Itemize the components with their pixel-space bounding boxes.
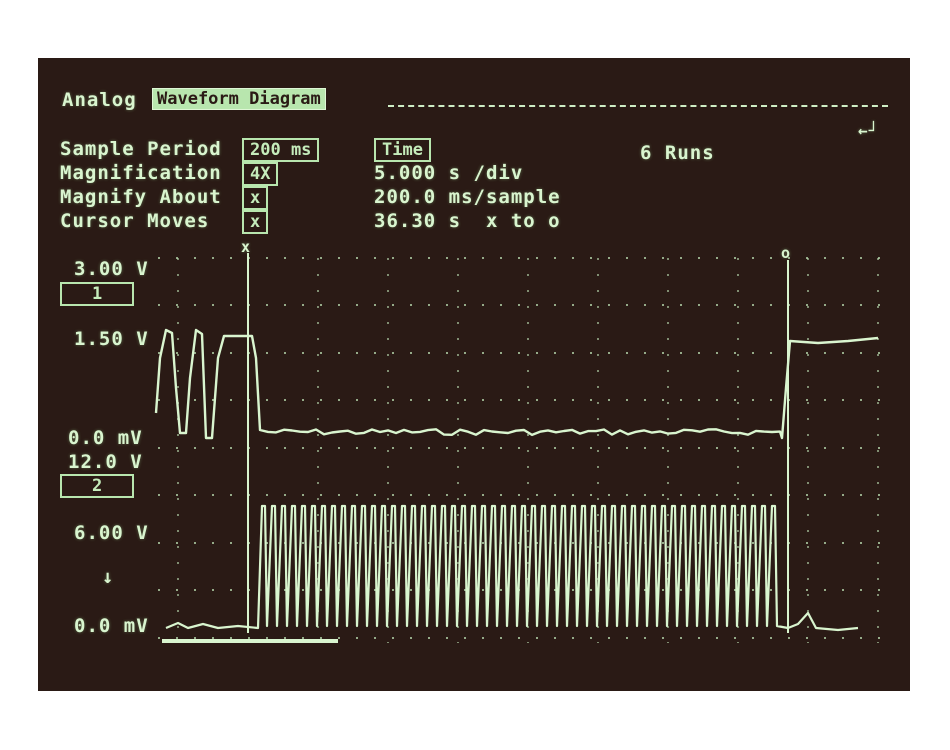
time-per-div-readout: 5.000 s /div bbox=[374, 162, 524, 184]
time-field[interactable]: Time bbox=[374, 138, 431, 162]
oscilloscope-screen: Analog Waveform Diagram ←┘ Sample Period… bbox=[38, 58, 910, 691]
header-divider bbox=[388, 105, 888, 107]
magnification-field[interactable]: 4X bbox=[242, 162, 279, 186]
channel-2-trace bbox=[165, 504, 859, 632]
sample-period-field[interactable]: 200 ms bbox=[242, 138, 320, 162]
magnify-about-label: Magnify About bbox=[60, 186, 222, 208]
sample-period-label: Sample Period bbox=[60, 138, 222, 160]
mode-label: Analog bbox=[62, 89, 137, 111]
ch1-top-label: 3.00 V bbox=[74, 258, 149, 280]
ch2-top-label: 12.0 V bbox=[68, 451, 143, 473]
ch1-id-field[interactable]: 1 bbox=[60, 282, 135, 306]
ch2-id-field[interactable]: 2 bbox=[60, 474, 135, 498]
cursor-x-marker[interactable]: x bbox=[241, 236, 251, 258]
cursor-moves-label: Cursor Moves bbox=[60, 210, 210, 232]
runs-readout: 6 Runs bbox=[640, 142, 715, 164]
ch2-scroll-arrow: ↓ bbox=[102, 566, 115, 588]
channel-1-trace bbox=[154, 328, 879, 440]
cursor-o-marker[interactable]: o bbox=[781, 242, 791, 264]
ch1-mid-label: 1.50 V bbox=[74, 328, 149, 350]
ch2-mid-label: 6.00 V bbox=[74, 522, 149, 544]
ch1-bottom-label: 0.0 mV bbox=[68, 427, 143, 449]
sample-rate-readout: 200.0 ms/sample bbox=[374, 186, 561, 208]
ch2-bottom-label: 0.0 mV bbox=[74, 615, 149, 637]
cursor-moves-field[interactable]: x bbox=[242, 210, 269, 234]
magnification-label: Magnification bbox=[60, 162, 222, 184]
cursor-delta-readout: 36.30 s x to o bbox=[374, 210, 561, 232]
waveform-diagram-menu[interactable]: Waveform Diagram bbox=[152, 88, 326, 110]
magnify-about-field[interactable]: x bbox=[242, 186, 269, 210]
return-icon[interactable]: ←┘ bbox=[858, 120, 879, 142]
